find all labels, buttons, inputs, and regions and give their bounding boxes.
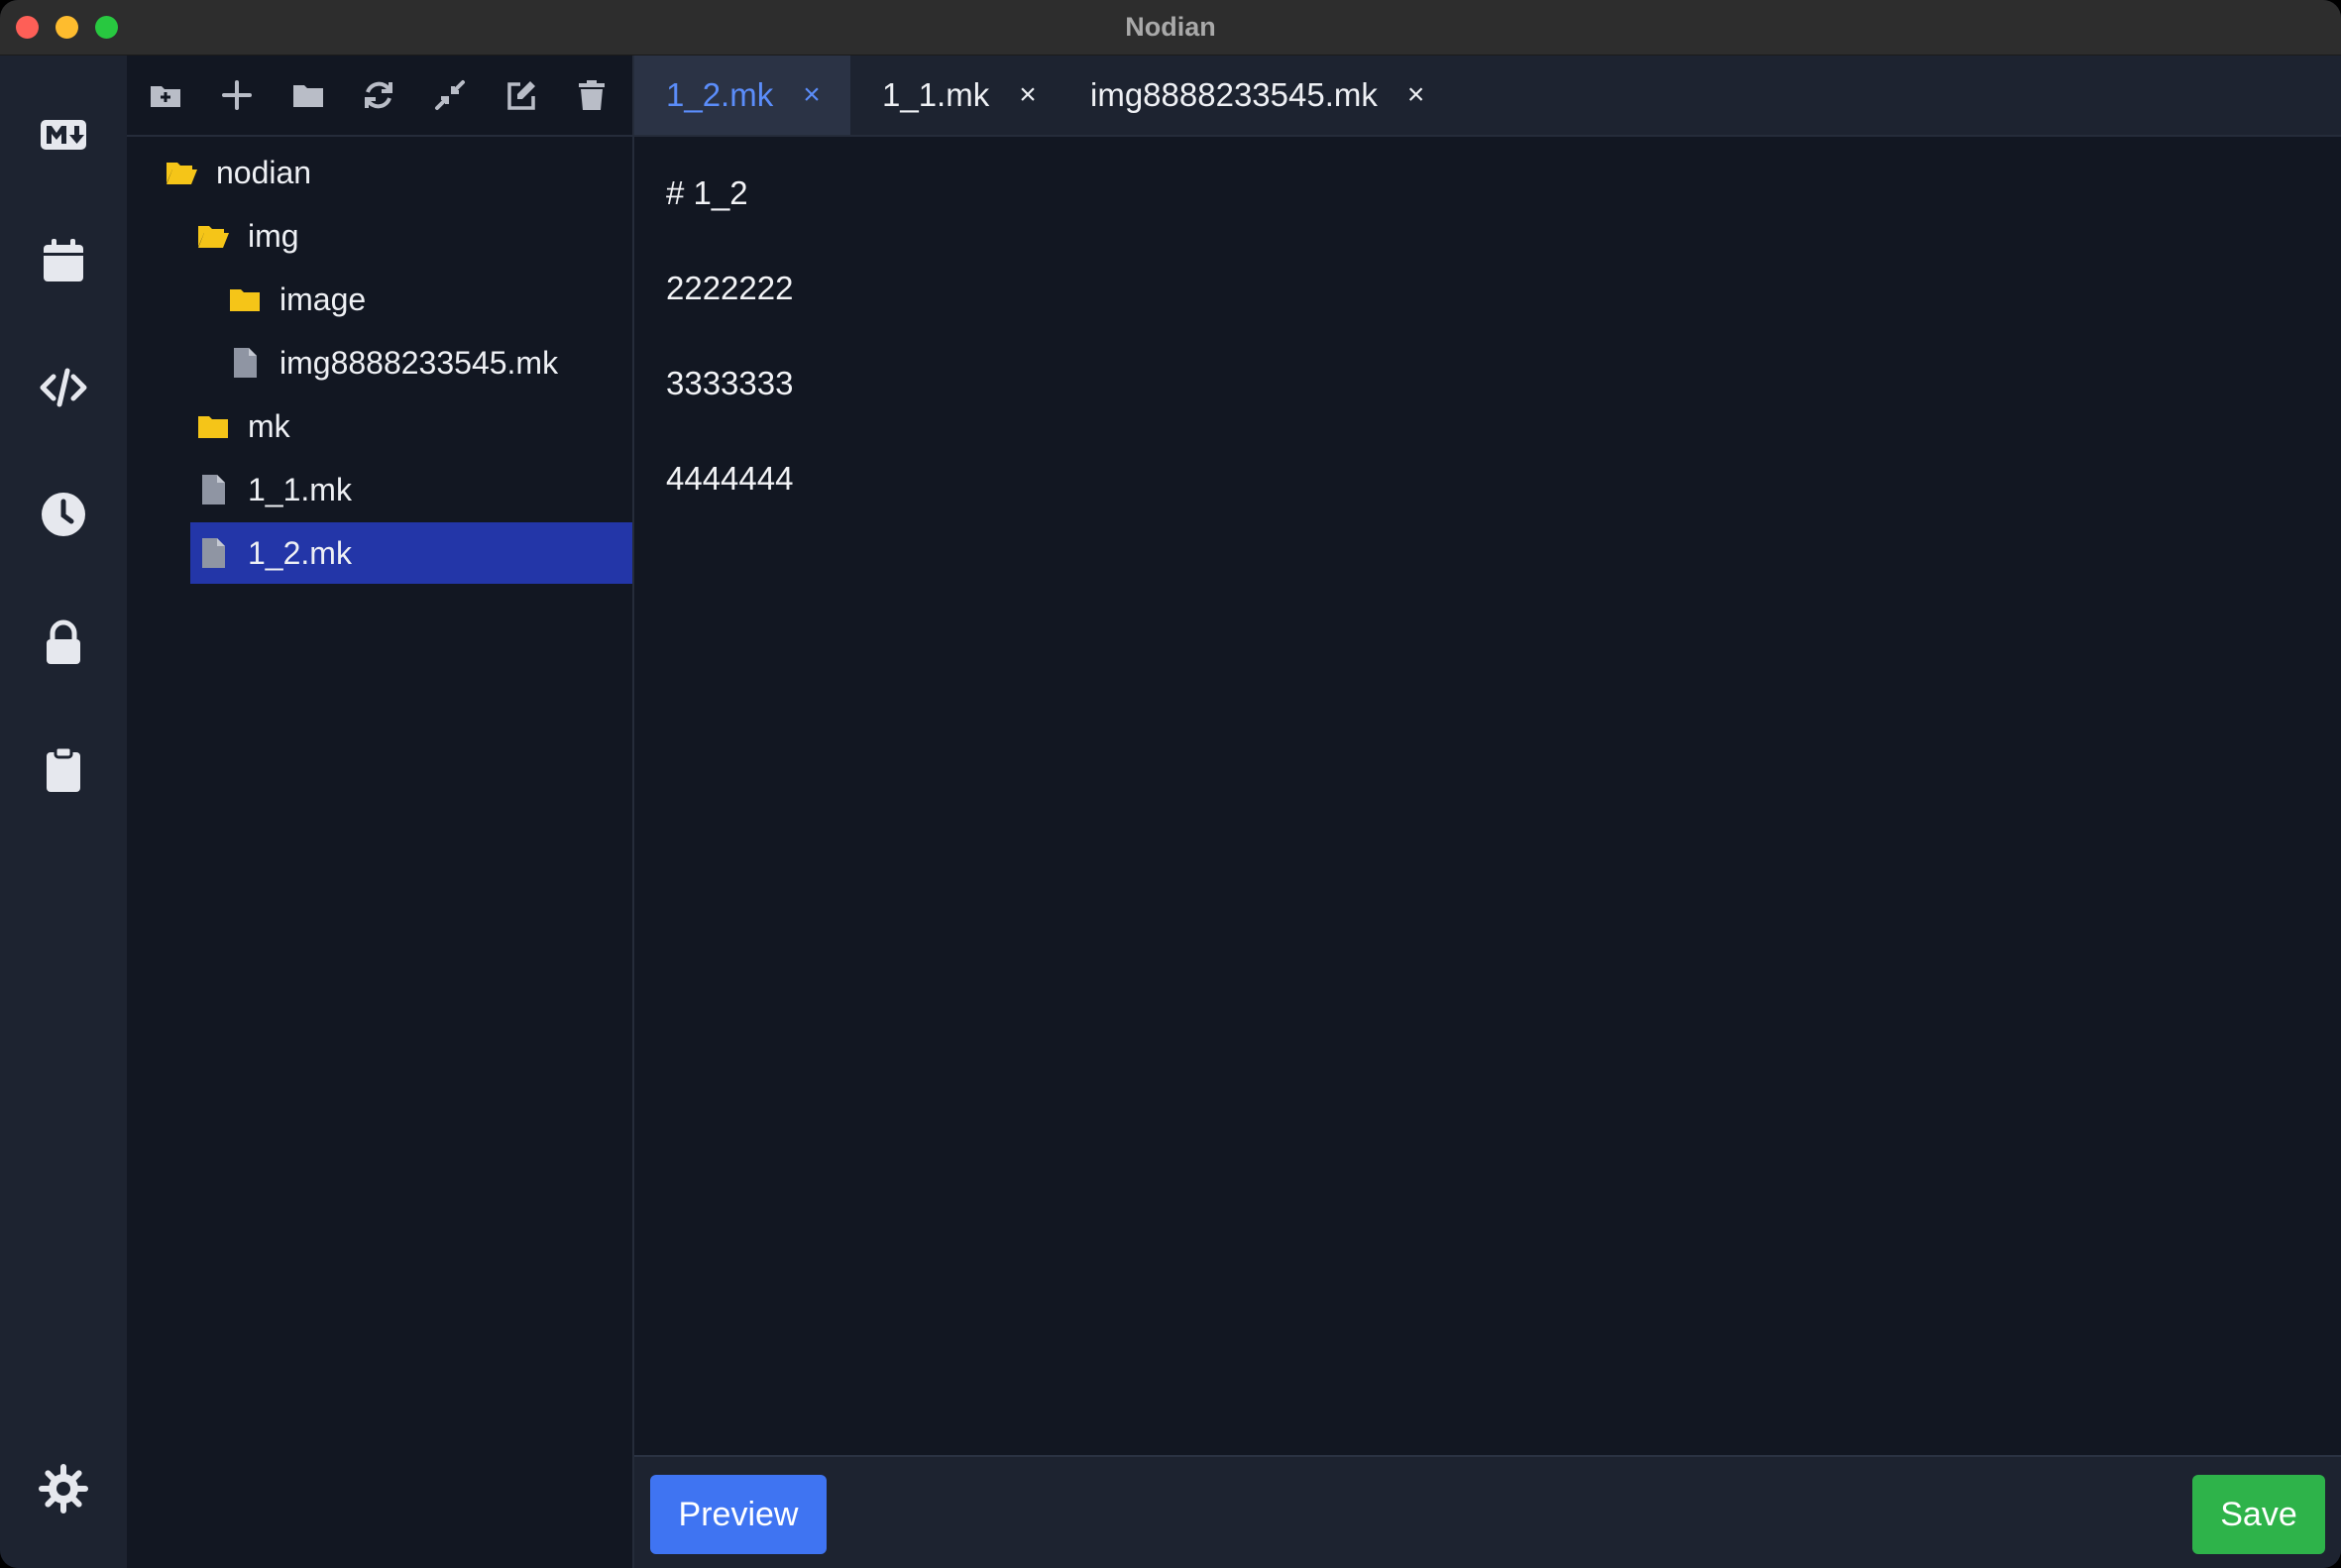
activity-bar — [0, 56, 127, 1568]
tree-item-label: img8888233545.mk — [279, 344, 559, 381]
window-title: Nodian — [1125, 12, 1216, 42]
close-tab-icon[interactable]: × — [1407, 78, 1425, 112]
tree-item-label: nodian — [216, 154, 312, 190]
new-folder-icon[interactable] — [144, 73, 187, 117]
file-icon — [196, 473, 230, 506]
tree-item-nodian[interactable]: nodian — [165, 142, 632, 203]
folder-open-icon — [196, 219, 230, 253]
close-tab-icon[interactable]: × — [1019, 78, 1037, 112]
explorer-toolbar — [127, 56, 632, 137]
file-icon — [228, 346, 262, 380]
trash-icon[interactable] — [570, 73, 613, 117]
tree-item-1-1[interactable]: 1_1.mk — [196, 459, 632, 520]
calendar-icon[interactable] — [34, 231, 93, 290]
code-icon[interactable] — [34, 358, 93, 417]
markdown-editor[interactable]: # 1_2 2222222 3333333 4444444 — [634, 137, 2341, 1455]
tree-item-image[interactable]: image — [228, 269, 632, 330]
refresh-icon[interactable] — [357, 73, 400, 117]
tree-item-label: 1_2.mk — [248, 534, 352, 571]
tree-item-label: mk — [248, 407, 290, 444]
tree-item-img8888233545[interactable]: img8888233545.mk — [228, 332, 632, 393]
save-button[interactable]: Save — [2192, 1475, 2325, 1554]
title-bar: Nodian — [0, 0, 2341, 56]
file-icon — [196, 536, 230, 570]
tab-label: img8888233545.mk — [1090, 76, 1378, 113]
markdown-icon[interactable] — [34, 105, 93, 165]
tree-item-1-2[interactable]: 1_2.mk — [190, 522, 632, 584]
tab-bar: 1_2.mk × 1_1.mk × img8888233545.mk × — [634, 56, 2341, 137]
clock-icon[interactable] — [34, 485, 93, 544]
edit-icon[interactable] — [500, 73, 543, 117]
tab-1-2[interactable]: 1_2.mk × — [634, 56, 850, 135]
folder-icon — [228, 282, 262, 316]
preview-button[interactable]: Preview — [650, 1475, 827, 1554]
clipboard-icon[interactable] — [34, 739, 93, 799]
folder-icon — [196, 409, 230, 443]
plus-icon[interactable] — [215, 73, 259, 117]
editor-line: 3333333 — [666, 365, 794, 401]
folder-open-icon — [165, 156, 198, 189]
lock-icon[interactable] — [34, 613, 93, 672]
tree-item-label: img — [248, 217, 299, 254]
tree-item-mk[interactable]: mk — [196, 395, 632, 457]
close-tab-icon[interactable]: × — [803, 78, 821, 112]
editor-line: 4444444 — [666, 460, 794, 497]
tree-item-label: image — [279, 280, 367, 317]
tab-label: 1_2.mk — [666, 76, 774, 113]
editor-footer: Preview Save — [634, 1455, 2341, 1568]
editor-line: # 1_2 — [666, 174, 748, 211]
file-explorer: nodian img image img8888233545.mk mk 1_1… — [127, 56, 634, 1568]
tab-img8888233545[interactable]: img8888233545.mk × — [1090, 56, 1424, 135]
app-window: Nodian nodian img image img8888233545.mk… — [0, 0, 2341, 1568]
tab-1-1[interactable]: 1_1.mk × — [882, 56, 1037, 135]
folder-icon[interactable] — [286, 73, 330, 117]
tree-item-img[interactable]: img — [196, 205, 632, 267]
editor-line: 2222222 — [666, 270, 794, 306]
tree-item-label: 1_1.mk — [248, 471, 352, 507]
settings-icon[interactable] — [34, 1459, 93, 1518]
tab-label: 1_1.mk — [882, 76, 990, 113]
collapse-icon[interactable] — [428, 73, 472, 117]
